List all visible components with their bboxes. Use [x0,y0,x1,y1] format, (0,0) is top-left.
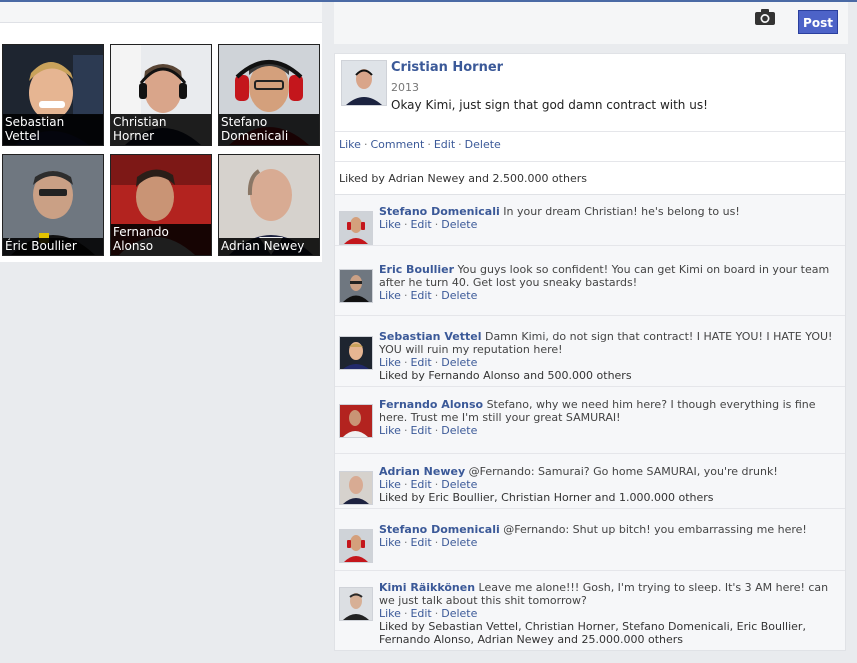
like-link[interactable]: Like [379,424,401,437]
commenter-avatar[interactable] [339,471,373,505]
camera-icon[interactable] [754,8,776,26]
composer-bar: Post [334,2,848,44]
like-link[interactable]: Like [379,478,401,491]
friend-tile-adrian-newey[interactable]: Adrian Newey [218,154,320,256]
comment-author[interactable]: Kimi Räikkönen [379,581,475,594]
comment-actions: Like · Edit · Delete [379,289,478,302]
like-link[interactable]: Like [379,607,401,620]
divider [335,245,845,246]
divider [335,453,845,454]
status-post: Cristian Horner 2013 Okay Kimi, just sig… [334,53,846,651]
comment-author[interactable]: Fernando Alonso [379,398,483,411]
post-text: Okay Kimi, just sign that god damn contr… [391,98,708,112]
like-link[interactable]: Like [339,138,361,151]
delete-link[interactable]: Delete [441,356,477,369]
divider [335,131,845,132]
comment-likes: Liked by Fernando Alonso and 500.000 oth… [379,369,632,382]
avatar-photo [342,61,386,105]
edit-link[interactable]: Edit [410,356,431,369]
comment-author[interactable]: Sebastian Vettel [379,330,481,343]
comment-text: @Fernando: Samurai? Go home SAMURAI, you… [468,465,778,478]
post-likes: Liked by Adrian Newey and 2.500.000 othe… [339,172,587,185]
friend-name: Christian Horner [111,114,211,145]
divider [335,161,845,162]
post-author[interactable]: Cristian Horner [391,60,503,75]
comment-author[interactable]: Stefano Domenicali [379,523,500,536]
comment-link[interactable]: Comment [370,138,424,151]
edit-link[interactable]: Edit [434,138,455,151]
author-avatar[interactable] [341,60,387,106]
comment-body: Fernando Alonso Stefano, why we need him… [379,398,845,437]
delete-link[interactable]: Delete [441,218,477,231]
friend-name: Éric Boullier [3,238,103,255]
comment-author[interactable]: Adrian Newey [379,465,465,478]
edit-link[interactable]: Edit [410,289,431,302]
post-timestamp: 2013 [391,81,419,94]
delete-link[interactable]: Delete [441,424,477,437]
commenter-avatar[interactable] [339,404,373,438]
friend-tile-eric-boullier[interactable]: Éric Boullier [2,154,104,256]
commenter-avatar[interactable] [339,269,373,303]
comment-author[interactable]: Stefano Domenicali [379,205,500,218]
friend-tile-christian-horner[interactable]: Christian Horner [110,44,212,146]
friend-tile-fernando-alonso[interactable]: Fernando Alonso [110,154,212,256]
like-link[interactable]: Like [379,356,401,369]
divider [335,508,845,509]
comment-body: Adrian Newey @Fernando: Samurai? Go home… [379,465,845,504]
edit-link[interactable]: Edit [410,607,431,620]
delete-link[interactable]: Delete [465,138,501,151]
divider [335,315,845,316]
comment-text: In your dream Christian! he's belong to … [503,205,740,218]
friend-name: Stefano Domenicali [219,114,319,145]
edit-link[interactable]: Edit [410,536,431,549]
delete-link[interactable]: Delete [441,536,477,549]
commenter-avatar[interactable] [339,587,373,621]
friend-tile-sebastian-vettel[interactable]: Sebastian Vettel [2,44,104,146]
delete-link[interactable]: Delete [441,289,477,302]
comment-likes: Liked by Eric Boullier, Christian Horner… [379,491,714,504]
commenter-avatar[interactable] [339,529,373,563]
comment-text: @Fernando: Shut up bitch! you embarrassi… [503,523,807,536]
divider [335,570,845,571]
like-link[interactable]: Like [379,289,401,302]
friend-name: Fernando Alonso [111,224,211,255]
comment-body: Stefano Domenicali In your dream Christi… [379,205,845,231]
comment-actions: Like · Edit · Delete [379,218,478,231]
edit-link[interactable]: Edit [410,218,431,231]
comments-list: Stefano Domenicali In your dream Christi… [335,194,845,650]
edit-link[interactable]: Edit [410,478,431,491]
friend-name: Sebastian Vettel [3,114,103,145]
comment-body: Kimi Räikkönen Leave me alone!!! Gosh, I… [379,581,845,646]
delete-link[interactable]: Delete [441,478,477,491]
delete-link[interactable]: Delete [441,607,477,620]
comment-actions: Like · Edit · Delete [379,536,478,549]
commenter-avatar[interactable] [339,211,373,245]
like-link[interactable]: Like [379,536,401,549]
comment-body: Stefano Domenicali @Fernando: Shut up bi… [379,523,845,549]
commenter-avatar[interactable] [339,336,373,370]
post-button[interactable]: Post [798,10,838,34]
comment-actions: Like · Edit · Delete [379,356,478,369]
friend-tile-stefano-domenicali[interactable]: Stefano Domenicali [218,44,320,146]
friends-panel: Sebastian Vettel Christian Horner Stefan… [0,2,322,262]
comment-actions: Like · Edit · Delete [379,607,478,620]
comment-body: Sebastian Vettel Damn Kimi, do not sign … [379,330,845,382]
friend-name: Adrian Newey [219,238,319,255]
comment-body: Eric Boullier You guys look so confident… [379,263,845,302]
comment-author[interactable]: Eric Boullier [379,263,454,276]
divider [335,386,845,387]
comment-actions: Like · Edit · Delete [379,478,478,491]
comment-likes: Liked by Sebastian Vettel, Christian Hor… [379,620,806,646]
friends-panel-header [0,2,322,23]
comment-actions: Like · Edit · Delete [379,424,478,437]
post-actions: Like · Comment · Edit · Delete [339,138,501,151]
edit-link[interactable]: Edit [410,424,431,437]
like-link[interactable]: Like [379,218,401,231]
